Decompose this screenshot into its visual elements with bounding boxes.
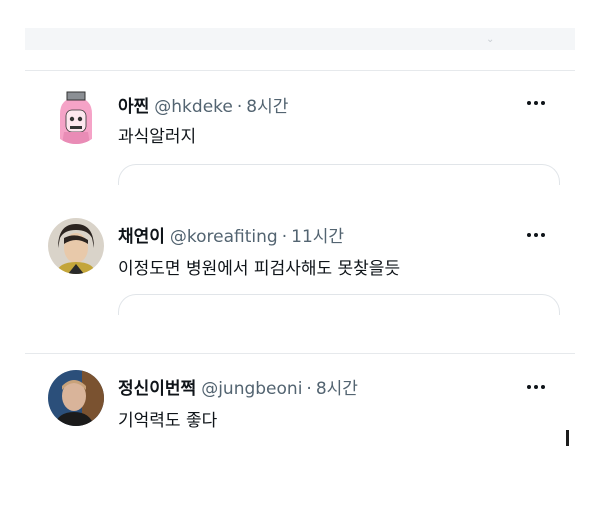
faded-icon: ⌄ — [486, 34, 495, 45]
timestamp[interactable]: 8시간 — [246, 92, 288, 117]
display-name[interactable]: 아찐 — [118, 92, 149, 117]
previous-content-strip: ⌄ — [25, 28, 575, 50]
user-handle[interactable]: @hkdeke — [154, 97, 233, 117]
user-handle[interactable]: @jungbeoni — [201, 379, 302, 399]
divider — [25, 353, 575, 354]
display-name[interactable]: 정신이번쩍 — [118, 374, 196, 399]
tweet-text: 이정도면 병원에서 피검사해도 못찾을듯 — [118, 259, 401, 279]
media-card[interactable] — [118, 294, 560, 315]
user-handle[interactable]: @koreafiting — [170, 227, 278, 247]
more-horizontal-icon[interactable] — [527, 96, 551, 110]
separator: · — [306, 379, 312, 399]
more-horizontal-icon[interactable] — [527, 228, 551, 242]
separator: · — [236, 97, 243, 117]
avatar[interactable] — [48, 370, 104, 426]
tweet-header: 채연이 @koreafiting · 11시간 — [118, 222, 344, 247]
timestamp[interactable]: 11시간 — [291, 222, 344, 247]
tweet-text: 기억력도 좋다 — [118, 411, 218, 431]
tweet-header: 아찐 @hkdeke · 8시간 — [118, 92, 288, 117]
media-card[interactable] — [118, 164, 560, 185]
more-horizontal-icon[interactable] — [527, 380, 551, 394]
divider — [25, 70, 575, 71]
display-name[interactable]: 채연이 — [118, 222, 165, 247]
avatar[interactable] — [48, 218, 104, 274]
tweet-header: 정신이번쩍 @jungbeoni · 8시간 — [118, 374, 358, 399]
separator: · — [281, 227, 288, 247]
timestamp[interactable]: 8시간 — [316, 374, 358, 399]
avatar[interactable] — [48, 88, 104, 144]
tweet-text: 과식알러지 — [118, 127, 197, 147]
text-cursor — [566, 430, 569, 446]
